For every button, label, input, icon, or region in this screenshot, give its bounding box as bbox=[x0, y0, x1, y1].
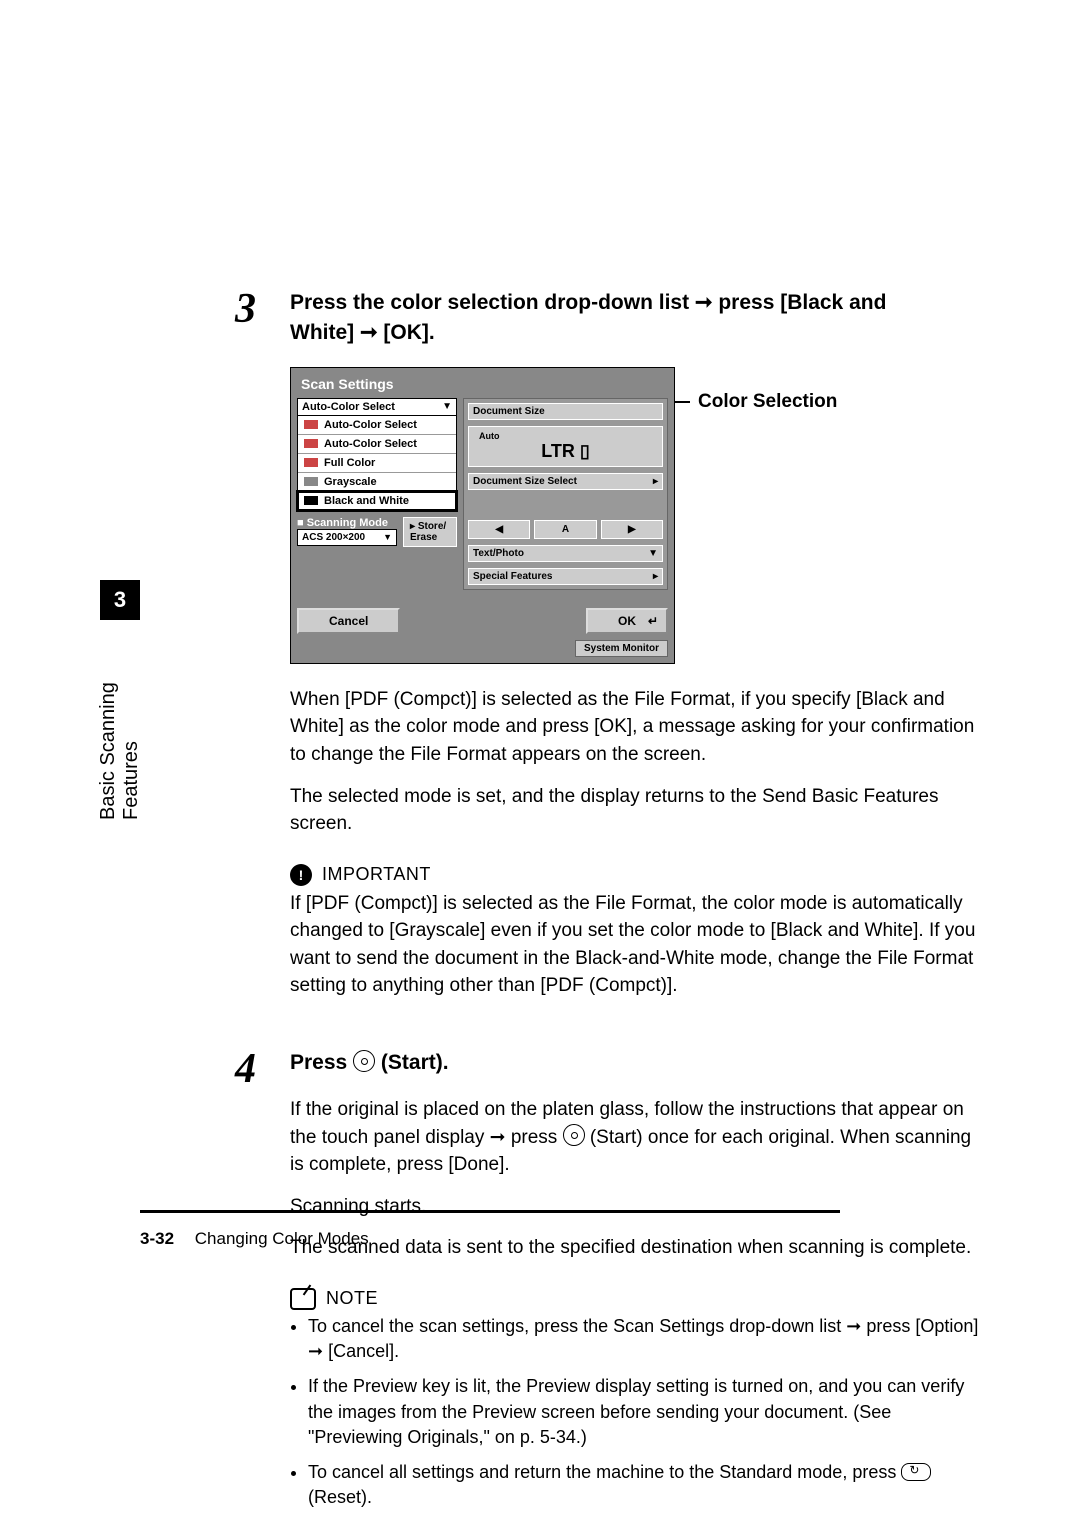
step3-title: 3 Press the color selection drop-down li… bbox=[290, 288, 990, 349]
important-icon: ! bbox=[290, 864, 312, 886]
scanning-mode-label: ■ Scanning Mode bbox=[297, 517, 397, 529]
page-number: 3-32 bbox=[140, 1229, 174, 1248]
start-key-icon-inline bbox=[563, 1124, 585, 1146]
chapter-number: 3 bbox=[100, 580, 140, 620]
note-item-3: To cancel all settings and return the ma… bbox=[308, 1460, 990, 1510]
special-features-button[interactable]: Special Features▸ bbox=[468, 568, 663, 585]
store-erase-button[interactable]: ▸ Store/ Erase bbox=[403, 517, 457, 547]
reset-key-icon bbox=[901, 1463, 931, 1481]
dd-item-fullcolor[interactable]: Full Color bbox=[298, 454, 456, 473]
left-nav-button[interactable]: ◀ bbox=[468, 520, 530, 539]
chapter-tab: 3 Basic Scanning Features bbox=[100, 580, 140, 820]
callout-color-selection: Color Selection bbox=[698, 391, 837, 413]
note-row: NOTE bbox=[290, 1288, 990, 1310]
text-photo-dropdown[interactable]: Text/Photo▼ bbox=[468, 545, 663, 562]
step3-para1: When [PDF (Compct)] is selected as the F… bbox=[290, 686, 990, 769]
step4-number: 4 bbox=[235, 1048, 256, 1090]
start-key-icon bbox=[353, 1050, 375, 1072]
cancel-button[interactable]: Cancel bbox=[297, 608, 400, 634]
important-label: IMPORTANT bbox=[322, 864, 431, 885]
footer-section: Changing Color Modes bbox=[195, 1229, 369, 1248]
dd-item-grayscale[interactable]: Grayscale bbox=[298, 473, 456, 492]
panel-title: Scan Settings bbox=[297, 374, 668, 398]
step3-title-line2: White] ➞ [OK]. bbox=[290, 321, 435, 344]
acs-dropdown[interactable]: ACS 200×200 bbox=[297, 529, 397, 546]
important-text: If [PDF (Compct)] is selected as the Fil… bbox=[290, 890, 990, 1000]
color-dropdown-head[interactable]: Auto-Color Select bbox=[297, 398, 457, 416]
a-button[interactable]: A bbox=[534, 520, 596, 539]
important-row: ! IMPORTANT bbox=[290, 864, 990, 886]
dd-item-auto2[interactable]: Auto-Color Select bbox=[298, 435, 456, 454]
step3-para2: The selected mode is set, and the displa… bbox=[290, 783, 990, 838]
step3-number: 3 bbox=[235, 288, 256, 330]
step3-title-line1: Press the color selection drop-down list… bbox=[290, 291, 886, 314]
ltr-box: Auto LTR ▯ bbox=[468, 426, 663, 467]
dd-item-auto1[interactable]: Auto-Color Select bbox=[298, 416, 456, 435]
color-dropdown-list: Auto-Color Select Auto-Color Select Full… bbox=[297, 415, 457, 511]
note-item-1: To cancel the scan settings, press the S… bbox=[308, 1314, 990, 1364]
note-icon bbox=[290, 1288, 316, 1310]
right-nav-button[interactable]: ▶ bbox=[601, 520, 663, 539]
note-item-2: If the Preview key is lit, the Preview d… bbox=[308, 1374, 990, 1450]
ok-button[interactable]: OK bbox=[586, 608, 668, 634]
step4-para1: If the original is placed on the platen … bbox=[290, 1096, 990, 1179]
dd-item-bw[interactable]: Black and White bbox=[298, 492, 456, 510]
screenshot-figure: Color Selection Scan Settings Auto-Color… bbox=[290, 367, 840, 664]
step4-title-a: Press bbox=[290, 1051, 353, 1074]
size-select-button[interactable]: Document Size Select▸ bbox=[468, 473, 663, 490]
step4-title-b: (Start). bbox=[381, 1051, 449, 1074]
note-list: To cancel the scan settings, press the S… bbox=[308, 1314, 990, 1510]
doc-size-label: Document Size bbox=[468, 403, 663, 420]
chapter-label: Basic Scanning Features bbox=[100, 620, 140, 820]
system-monitor-button[interactable]: System Monitor bbox=[575, 640, 668, 657]
page-footer: 3-32 Changing Color Modes bbox=[140, 1210, 840, 1249]
note-label: NOTE bbox=[326, 1288, 378, 1309]
step4-title: 4 Press (Start). bbox=[290, 1048, 990, 1078]
scan-settings-panel: Scan Settings Auto-Color Select Auto-Col… bbox=[290, 367, 675, 664]
